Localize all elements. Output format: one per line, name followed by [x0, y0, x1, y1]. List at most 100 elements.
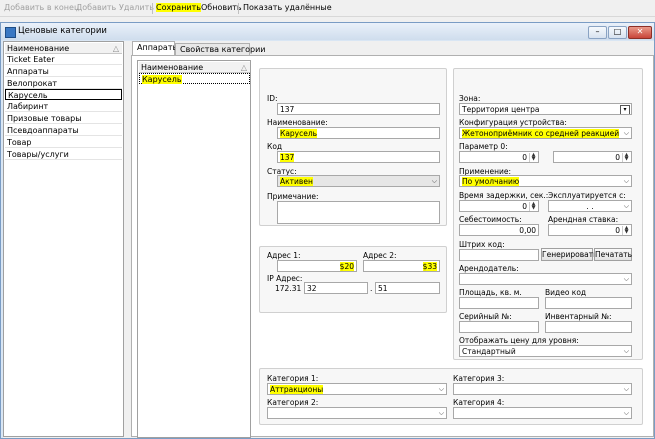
- cost-field[interactable]: 0,00: [459, 224, 539, 236]
- code-value: 137: [280, 153, 295, 162]
- delete-button[interactable]: Удалить: [119, 3, 154, 12]
- area-label: Площадь, кв. м.: [459, 288, 522, 297]
- spinner-icon[interactable]: ▲ ▼: [622, 226, 630, 235]
- chevron-down-icon: ⌵: [438, 385, 444, 393]
- barcode-label: Штрих код:: [459, 240, 505, 249]
- spinner-icon[interactable]: ▲ ▼: [622, 153, 630, 162]
- zone-select[interactable]: Территория центра ▾: [459, 103, 632, 115]
- list-item[interactable]: Товар: [5, 137, 122, 148]
- param0-b-stepper[interactable]: 0 ▲ ▼: [553, 151, 632, 163]
- list-item-selected[interactable]: Карусель: [5, 89, 122, 100]
- dropdown-arrow-icon: ▾: [620, 105, 630, 114]
- window-client: Наименование △ Ticket Eater Аппараты Вел…: [3, 41, 654, 438]
- ip-octet3-field[interactable]: 32: [304, 282, 368, 294]
- add-button[interactable]: Добавить: [76, 3, 116, 12]
- toolbar-separator: [238, 3, 239, 14]
- param0-a-value: 0: [522, 153, 527, 162]
- exploit-value: . .: [586, 202, 594, 211]
- category1-value: Аттракционы: [270, 385, 324, 394]
- address1-value: $20: [339, 262, 354, 271]
- machine-list[interactable]: Наименование △ Карусель: [137, 60, 251, 438]
- sort-icon[interactable]: △: [113, 43, 119, 54]
- category2-label: Категория 2:: [267, 398, 319, 407]
- name-value: Карусель: [280, 129, 318, 138]
- category2-select[interactable]: ⌵: [267, 407, 447, 419]
- sort-icon[interactable]: △: [241, 62, 247, 73]
- rent-value: 0: [615, 226, 620, 235]
- refresh-button[interactable]: Обновить: [201, 3, 242, 12]
- category1-label: Категория 1:: [267, 374, 319, 383]
- category-list-header[interactable]: Наименование △: [5, 43, 122, 54]
- chevron-down-icon: ⌵: [623, 347, 629, 355]
- status-value: Активен: [280, 177, 313, 186]
- list-item[interactable]: Велопрокат: [5, 78, 122, 89]
- add-end-button[interactable]: Добавить в конец: [4, 3, 79, 12]
- list-item[interactable]: Аппараты: [5, 66, 122, 77]
- code-label: Код: [267, 142, 283, 151]
- rent-label: Арендная ставка:: [548, 215, 619, 224]
- print-button[interactable]: Печатать: [594, 248, 632, 261]
- zone-value: Территория центра: [462, 105, 540, 114]
- price-level-label: Отображать цену для уровня:: [459, 336, 579, 345]
- note-label: Примечание:: [267, 192, 319, 201]
- exploit-date-picker[interactable]: . . ⌵: [548, 200, 632, 212]
- id-label: ID:: [267, 94, 278, 103]
- column-header-name: Наименование: [141, 63, 204, 72]
- list-item[interactable]: Призовые товары: [5, 113, 122, 124]
- category1-select[interactable]: Аттракционы ⌵: [267, 383, 447, 395]
- param0-a-stepper[interactable]: 0 ▲ ▼: [459, 151, 539, 163]
- spinner-icon[interactable]: ▲ ▼: [529, 202, 537, 211]
- maximize-icon[interactable]: □: [608, 26, 627, 39]
- inventory-field[interactable]: [545, 321, 632, 333]
- lessor-select[interactable]: ⌵: [459, 273, 632, 285]
- ip-prefix: 172.31: [275, 284, 302, 293]
- chevron-down-icon: ⌵: [623, 409, 629, 417]
- config-select[interactable]: Жетоноприёмник со средней реакцией ⌵: [459, 127, 632, 139]
- machine-list-header[interactable]: Наименование △: [139, 62, 250, 73]
- address2-label: Адрес 2:: [363, 251, 397, 260]
- apply-value: По умолчанию: [462, 177, 520, 186]
- spinner-icon[interactable]: ▲ ▼: [529, 153, 537, 162]
- exploit-label: Эксплуатируется с:: [548, 191, 626, 200]
- ip-octet4-field[interactable]: 51: [375, 282, 440, 294]
- save-button[interactable]: Сохранить: [156, 3, 201, 12]
- id-field[interactable]: 137: [277, 103, 440, 115]
- category3-select[interactable]: ⌵: [453, 383, 632, 395]
- show-deleted-button[interactable]: Показать удалённые: [243, 3, 332, 12]
- note-field[interactable]: [277, 201, 440, 224]
- list-item[interactable]: Товары/услуги: [5, 149, 122, 160]
- tab-category-properties[interactable]: Свойства категории: [175, 43, 266, 55]
- address2-field[interactable]: $33: [363, 260, 440, 272]
- window-title: Ценовые категории: [18, 26, 107, 36]
- zone-label: Зона:: [459, 94, 481, 103]
- address1-field[interactable]: $20: [277, 260, 357, 272]
- video-code-field[interactable]: [545, 297, 632, 309]
- config-label: Конфигурация устройства:: [459, 118, 567, 127]
- lessor-label: Арендодатель:: [459, 264, 519, 273]
- status-select[interactable]: Активен ⌵: [277, 175, 440, 187]
- list-item-selected[interactable]: Карусель: [139, 73, 250, 84]
- generate-button[interactable]: Генерировать: [541, 248, 598, 261]
- category4-select[interactable]: ⌵: [453, 407, 632, 419]
- address2-value: $33: [422, 262, 437, 271]
- serial-field[interactable]: [459, 321, 539, 333]
- delay-stepper[interactable]: 0 ▲ ▼: [459, 200, 539, 212]
- list-item[interactable]: Лабиринт: [5, 101, 122, 112]
- name-field[interactable]: Карусель: [277, 127, 440, 139]
- barcode-field[interactable]: [459, 249, 539, 261]
- machine-name: Карусель: [142, 75, 182, 84]
- list-item[interactable]: Ticket Eater: [5, 54, 122, 65]
- category-list[interactable]: Наименование △ Ticket Eater Аппараты Вел…: [3, 41, 124, 437]
- code-field[interactable]: 137: [277, 151, 440, 163]
- close-icon[interactable]: ✕: [628, 26, 652, 39]
- area-field[interactable]: [459, 297, 539, 309]
- inventory-label: Инвентарный №:: [545, 312, 612, 321]
- tab-machines[interactable]: Аппараты: [132, 41, 179, 55]
- title-bar: Ценовые категории – □ ✕: [1, 23, 654, 40]
- list-item[interactable]: Псевдоаппараты: [5, 125, 122, 136]
- minimize-icon[interactable]: –: [588, 26, 607, 39]
- rent-stepper[interactable]: 0 ▲ ▼: [548, 224, 632, 236]
- price-categories-window: Ценовые категории – □ ✕ Наименование △ T…: [0, 22, 655, 439]
- price-level-select[interactable]: Стандартный ⌵: [459, 345, 632, 357]
- apply-select[interactable]: По умолчанию ⌵: [459, 175, 632, 187]
